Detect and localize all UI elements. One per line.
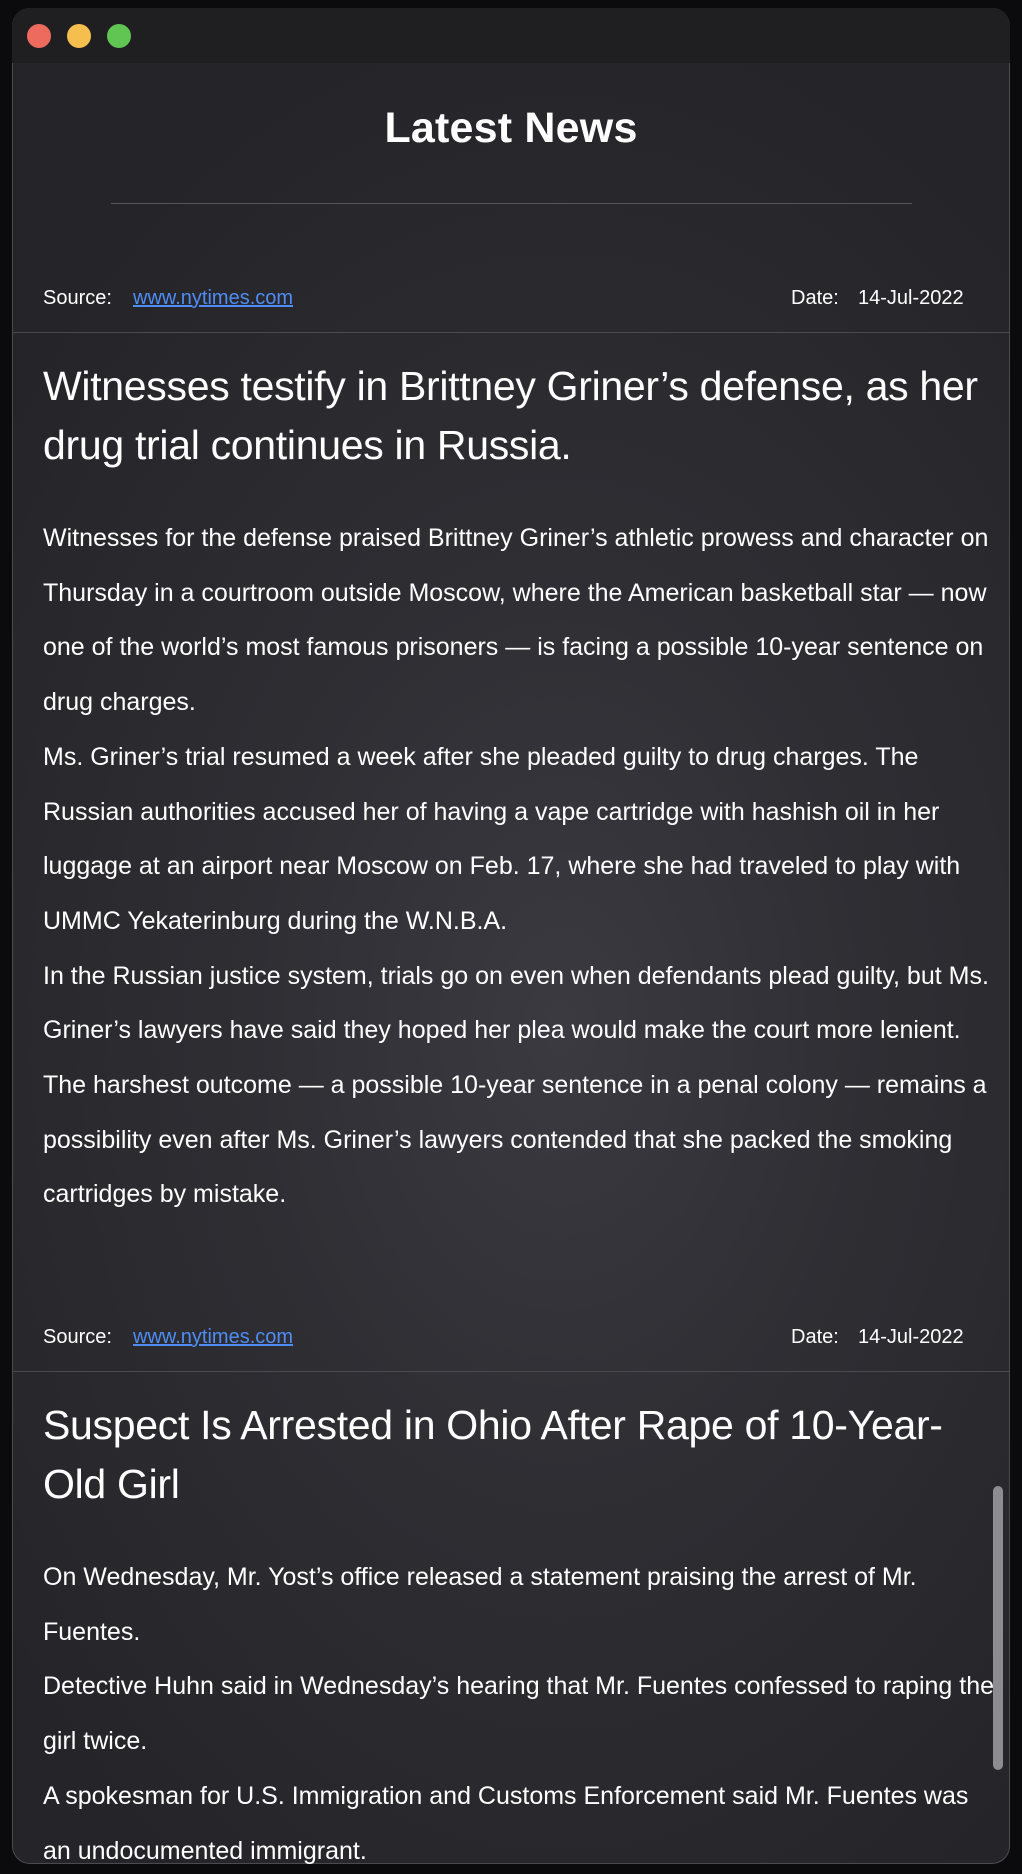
date-value: 14-Jul-2022: [858, 287, 964, 309]
article-body: Witnesses for the defense praised Brittn…: [43, 511, 1003, 1222]
article-paragraph: Ms. Griner’s trial resumed a week after …: [43, 742, 961, 935]
vertical-scrollbar[interactable]: [993, 1486, 1003, 1770]
source-label: Source:: [43, 1326, 112, 1348]
date-label: Date:: [791, 1326, 839, 1348]
article-paragraph: Witnesses for the defense praised Brittn…: [43, 524, 989, 717]
date-label: Date:: [791, 287, 839, 309]
source-label: Source:: [43, 287, 112, 309]
article-headline: Witnesses testify in Brittney Griner’s d…: [43, 363, 978, 468]
article-paragraph: In the Russian justice system, trials go…: [43, 961, 989, 1045]
article-paragraph: A spokesman for U.S. Immigration and Cus…: [43, 1781, 969, 1864]
source-link[interactable]: www.nytimes.com: [133, 287, 293, 310]
page-title: Latest News: [384, 104, 638, 152]
article-meta: Source: www.nytimes.com Date: 14-Jul-202…: [12, 1316, 1010, 1356]
app-window: Latest News Source: www.nytimes.com Date…: [12, 8, 1010, 1864]
article-meta: Source: www.nytimes.com Date: 14-Jul-202…: [12, 277, 1010, 317]
article-paragraph: Detective Huhn said in Wednesday’s heari…: [43, 1672, 995, 1756]
article-body: On Wednesday, Mr. Yost’s office released…: [43, 1550, 1003, 1864]
date-value: 14-Jul-2022: [858, 1326, 964, 1348]
article-headline: Suspect Is Arrested in Ohio After Rape o…: [43, 1402, 943, 1507]
news-feed[interactable]: Latest News Source: www.nytimes.com Date…: [12, 8, 1010, 1864]
title-divider: [111, 203, 912, 204]
article-paragraph: On Wednesday, Mr. Yost’s office released…: [43, 1563, 917, 1646]
source-link[interactable]: www.nytimes.com: [133, 1326, 293, 1349]
article-divider: [12, 1371, 1010, 1372]
article-divider: [12, 332, 1010, 333]
article-paragraph: The harshest outcome — a possible 10-yea…: [43, 1071, 987, 1209]
